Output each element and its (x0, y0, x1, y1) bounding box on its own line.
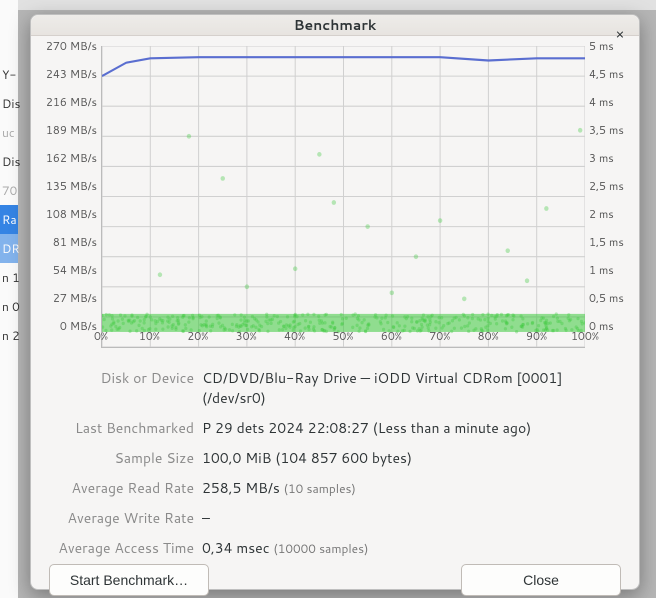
benchmark-chart: 0 MB/s 27 MB/s 54 MB/s 81 MB/s 108 MB/s 135 M… (45, 46, 625, 348)
y-left-tick: 54 MB/s (53, 262, 97, 278)
info-grid: Disk or Device CD/DVD/Blu-Ray Drive — iO… (45, 368, 625, 558)
y-left-tick: 270 MB/s (46, 38, 97, 54)
label-sample-size: Sample Size (49, 448, 194, 468)
y-right-tick: 1 ms (589, 262, 614, 278)
x-tick: 0% (94, 328, 108, 344)
x-tick: 40% (284, 328, 305, 344)
y-right-tick: 2 ms (589, 206, 614, 222)
y-left-tick: 162 MB/s (46, 150, 97, 166)
y-right-tick: 0,5 ms (589, 290, 624, 306)
x-tick: 50% (332, 328, 353, 344)
label-avg-read: Average Read Rate (49, 478, 194, 498)
x-tick: 70% (429, 328, 450, 344)
y-right-tick: 4 ms (589, 94, 614, 110)
y-right-tick: 5 ms (589, 38, 614, 54)
y-left-tick: 27 MB/s (53, 290, 97, 306)
y-right-tick: 3,5 ms (589, 122, 624, 138)
y-right-tick: 3 ms (589, 150, 614, 166)
y-left-tick: 81 MB/s (53, 234, 97, 250)
value-avg-write: – (202, 508, 621, 528)
label-avg-write: Average Write Rate (49, 508, 194, 528)
y-right-tick: 2,5 ms (589, 178, 624, 194)
y-left-tick: 135 MB/s (46, 178, 97, 194)
x-tick: 80% (478, 328, 499, 344)
x-tick: 60% (381, 328, 402, 344)
y-right-tick: 4,5 ms (589, 66, 624, 82)
titlebar[interactable]: Benchmark × (31, 15, 639, 36)
x-tick: 30% (236, 328, 257, 344)
label-avg-access: Average Access Time (49, 538, 194, 558)
close-button[interactable]: Close (461, 564, 621, 596)
value-sample-size: 100,0 MiB (104 857 600 bytes) (202, 448, 621, 468)
y-left-tick: 189 MB/s (46, 122, 97, 138)
label-disk: Disk or Device (49, 368, 194, 408)
y-left-tick: 0 MB/s (60, 318, 97, 334)
value-avg-access: 0,34 msec (10000 samples) (202, 538, 621, 558)
y-left-tick: 108 MB/s (46, 206, 97, 222)
label-last-bench: Last Benchmarked (49, 418, 194, 438)
benchmark-dialog: Benchmark × 0 MB/s 27 MB/s 54 MB/s 81 MB/s 1… (30, 14, 640, 590)
start-benchmark-button[interactable]: Start Benchmark… (49, 564, 209, 596)
value-disk: CD/DVD/Blu-Ray Drive — iODD Virtual CDRo… (202, 368, 621, 408)
x-tick: 90% (526, 328, 547, 344)
value-last-bench: P 29 dets 2024 22:08:27 (Less than a min… (202, 418, 621, 438)
y-right-tick: 1,5 ms (589, 234, 624, 250)
x-tick: 10% (139, 328, 160, 344)
y-left-tick: 216 MB/s (46, 94, 97, 110)
x-tick: 20% (187, 328, 208, 344)
y-left-tick: 243 MB/s (46, 66, 97, 82)
dialog-title: Benchmark (31, 15, 639, 35)
value-avg-read: 258,5 MB/s (10 samples) (202, 478, 621, 498)
x-tick: 100% (571, 328, 599, 344)
